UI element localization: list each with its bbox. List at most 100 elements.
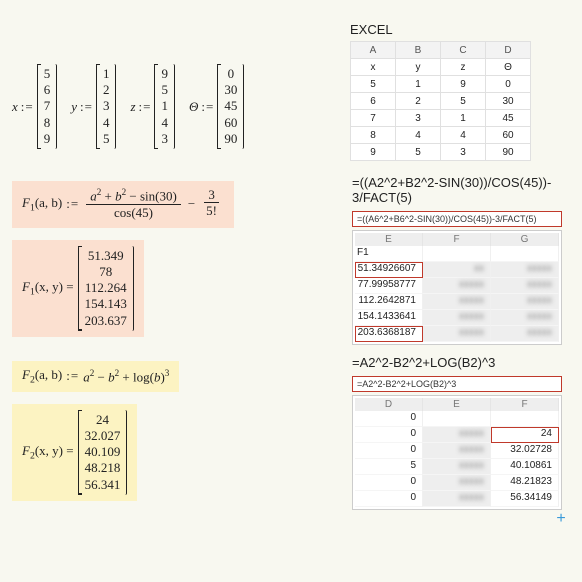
- mini-val: 24: [491, 427, 559, 443]
- result-val: 24: [96, 412, 109, 428]
- vector-bracket: 0 30 45 60 90: [217, 64, 244, 149]
- vec-val: 60: [224, 115, 237, 131]
- mini-left: 0: [355, 411, 423, 427]
- mini-col: E: [355, 233, 423, 246]
- func-name: F1(a, b): [22, 195, 62, 214]
- cell: 2: [396, 93, 441, 110]
- mini-col: G: [491, 233, 559, 246]
- mini-col: F: [423, 233, 491, 246]
- vec-val: 3: [103, 98, 110, 114]
- cell: 45: [486, 110, 531, 127]
- result-val: 51.349: [88, 248, 124, 264]
- cell: 5: [396, 144, 441, 161]
- cell: 1: [441, 110, 486, 127]
- mini-left: 0: [355, 443, 423, 459]
- f1-section: F1(a, b) := a2 + b2 − sin(30) cos(45) − …: [12, 175, 570, 345]
- vector-theta: Θ := 0 30 45 60 90: [189, 64, 244, 149]
- coloneq: :=: [201, 99, 214, 115]
- result-vector: 24 32.027 40.109 48.218 56.341: [78, 410, 128, 495]
- col-header: D: [486, 42, 531, 59]
- table-header-row: A B C D: [351, 42, 531, 59]
- table-row: 73145: [351, 110, 531, 127]
- cell: 60: [486, 127, 531, 144]
- cell: 5: [351, 76, 396, 93]
- mini-head: D E F: [355, 398, 559, 411]
- coloneq: :=: [80, 99, 93, 115]
- vector-definitions: x := 5 6 7 8 9 y := 1 2 3 4: [12, 12, 332, 161]
- result-val: 32.027: [85, 428, 121, 444]
- cell: 6: [351, 93, 396, 110]
- col-header: C: [441, 42, 486, 59]
- f2-left: F2(a, b) := a2 − b2 + log(b)3 F2(x, y) =…: [12, 355, 332, 507]
- cell: 3: [396, 110, 441, 127]
- vec-val: 8: [44, 115, 51, 131]
- f2-result: F2(x, y) = 24 32.027 40.109 48.218 56.34…: [12, 404, 137, 501]
- vec-val: 4: [103, 115, 110, 131]
- mini-val: 203.6368187: [355, 326, 423, 342]
- result-label: F2(x, y) =: [22, 443, 74, 462]
- table-row: 5190: [351, 76, 531, 93]
- mini-val: 40.10861: [491, 459, 559, 475]
- vector-name: Θ: [189, 99, 198, 115]
- fraction-main: a2 + b2 − sin(30) cos(45): [86, 187, 181, 222]
- f2-definition: F2(a, b) := a2 − b2 + log(b)3: [12, 361, 179, 392]
- cell: 4: [396, 127, 441, 144]
- mini-val: 154.1433641: [355, 310, 423, 326]
- f1-excel: =((A2^2+B2^2-SIN(30))/COS(45))-3/FACT(5)…: [352, 175, 562, 345]
- vec-val: 45: [224, 98, 237, 114]
- mini-head: E F G: [355, 233, 559, 246]
- cell: Θ: [486, 59, 531, 76]
- plus-icon[interactable]: +: [552, 510, 570, 528]
- cell: 9: [441, 76, 486, 93]
- table-row: 84460: [351, 127, 531, 144]
- f2-excel-formula: =A2^2-B2^2+LOG(B2)^3: [352, 355, 562, 370]
- vec-val: 4: [161, 115, 168, 131]
- cell: 4: [441, 127, 486, 144]
- cell: z: [441, 59, 486, 76]
- cell: y: [396, 59, 441, 76]
- vec-val: 5: [161, 82, 168, 98]
- result-val: 40.109: [85, 444, 121, 460]
- vec-val: 30: [224, 82, 237, 98]
- vector-x: x := 5 6 7 8 9: [12, 64, 57, 149]
- cell: x: [351, 59, 396, 76]
- f1-mini-table: E F G F1 51.34926607xxxxxxx 77.99958777x…: [352, 230, 562, 345]
- coloneq: :=: [139, 99, 152, 115]
- result-val: 203.637: [85, 313, 127, 329]
- table-row: 62530: [351, 93, 531, 110]
- vec-val: 2: [103, 82, 110, 98]
- table-row: xyzΘ: [351, 59, 531, 76]
- numerator: a2 + b2 − sin(30): [86, 187, 181, 205]
- mini-val: 77.99958777: [355, 278, 423, 294]
- f1-result: F1(x, y) = 51.349 78 112.264 154.143 203…: [12, 240, 144, 337]
- cell: 1: [396, 76, 441, 93]
- f2-section: F2(a, b) := a2 − b2 + log(b)3 F2(x, y) =…: [12, 355, 570, 510]
- formula-bar: =((A6^2+B6^2-SIN(30))/COS(45))-3/FACT(5): [352, 211, 562, 227]
- excel-intro: EXCEL A B C D xyzΘ 5190 62530 73145 8446…: [350, 12, 540, 161]
- numerator: 3: [204, 188, 219, 203]
- mini-val: 56.34149: [491, 491, 559, 507]
- mini-val: 32.02728: [491, 443, 559, 459]
- mini-left: 0: [355, 475, 423, 491]
- formula-bar: =A2^2-B2^2+LOG(B2)^3: [352, 376, 562, 392]
- mini-left: 0: [355, 491, 423, 507]
- vec-val: 9: [44, 131, 51, 147]
- vec-val: 0: [228, 66, 235, 82]
- cell: 90: [486, 144, 531, 161]
- col-header: B: [396, 42, 441, 59]
- denominator: 5!: [202, 203, 221, 220]
- vector-y: y := 1 2 3 4 5: [71, 64, 116, 149]
- expr: a2 − b2 + log(b)3: [83, 368, 169, 385]
- vector-z: z := 9 5 1 4 3: [130, 64, 175, 149]
- func-name: F2(a, b): [22, 367, 62, 386]
- mini-val: 112.2642871: [355, 294, 423, 310]
- cell: 3: [441, 144, 486, 161]
- cell: 9: [351, 144, 396, 161]
- cell: 5: [441, 93, 486, 110]
- vector-name: x: [12, 99, 18, 115]
- vec-val: 5: [103, 131, 110, 147]
- vec-val: 1: [161, 98, 168, 114]
- result-vector: 51.349 78 112.264 154.143 203.637: [78, 246, 134, 331]
- result-val: 112.264: [85, 280, 127, 296]
- excel-table: A B C D xyzΘ 5190 62530 73145 84460 9539…: [350, 41, 531, 161]
